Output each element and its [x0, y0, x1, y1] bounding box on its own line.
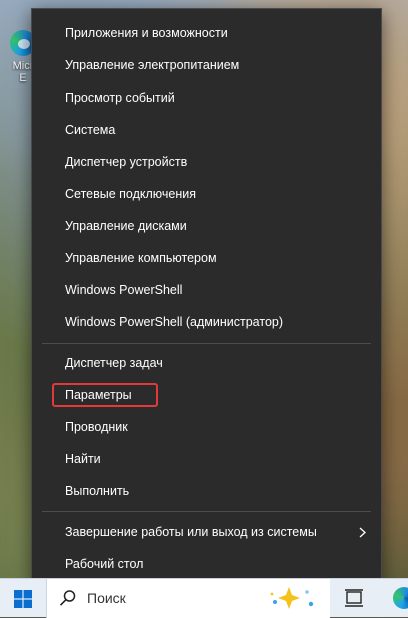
winx-context-menu: Приложения и возможности Управление элек… — [31, 8, 382, 587]
menu-item-desktop[interactable]: Рабочий стол — [32, 550, 381, 578]
menu-item-system[interactable]: Система — [32, 116, 381, 144]
edge-taskbar-icon[interactable] — [393, 587, 408, 609]
menu-item-shutdown-signout[interactable]: Завершение работы или выход из системы — [32, 518, 381, 546]
menu-item-computer-management[interactable]: Управление компьютером — [32, 244, 381, 272]
menu-item-power-options[interactable]: Управление электропитанием — [32, 51, 381, 79]
menu-item-file-explorer[interactable]: Проводник — [32, 413, 381, 441]
menu-item-task-manager[interactable]: Диспетчер задач — [32, 349, 381, 377]
taskbar: Поиск — [0, 578, 408, 618]
menu-item-device-manager[interactable]: Диспетчер устройств — [32, 148, 381, 176]
windows-logo-icon — [14, 589, 32, 608]
menu-item-event-viewer[interactable]: Просмотр событий — [32, 84, 381, 112]
chevron-right-icon — [359, 518, 371, 546]
menu-item-powershell[interactable]: Windows PowerShell — [32, 276, 381, 304]
menu-separator — [42, 343, 371, 344]
search-placeholder: Поиск — [87, 590, 126, 606]
menu-item-run[interactable]: Выполнить — [32, 477, 381, 505]
search-icon — [59, 590, 76, 606]
menu-item-search[interactable]: Найти — [32, 445, 381, 473]
start-button[interactable] — [0, 579, 46, 618]
menu-separator — [42, 511, 371, 512]
menu-item-network-connections[interactable]: Сетевые подключения — [32, 180, 381, 208]
search-highlights-icon — [270, 587, 314, 609]
settings-highlight-box — [52, 383, 158, 407]
task-view-icon[interactable] — [344, 589, 364, 607]
taskbar-search-box[interactable]: Поиск — [46, 579, 330, 618]
menu-item-disk-management[interactable]: Управление дисками — [32, 212, 381, 240]
menu-item-apps-features[interactable]: Приложения и возможности — [32, 19, 381, 47]
menu-item-shutdown-label: Завершение работы или выход из системы — [65, 525, 317, 539]
menu-item-powershell-admin[interactable]: Windows PowerShell (администратор) — [32, 308, 381, 336]
